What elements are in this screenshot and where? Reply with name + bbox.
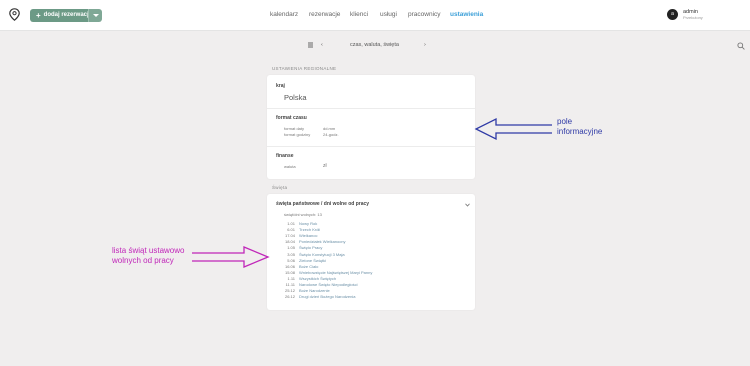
- currency-label: waluta: [284, 164, 296, 169]
- hour-format-label: format godziny: [284, 132, 311, 137]
- holiday-date: 25.12: [284, 288, 295, 294]
- holiday-name: Poniedziałek Wielkanocny: [299, 239, 346, 245]
- holiday-name: Nowy Rok: [299, 221, 318, 226]
- currency-value[interactable]: zł: [323, 163, 327, 169]
- holiday-name: Święto Konstytucji 3 Maja: [299, 251, 345, 257]
- holiday-name: Narodowe Święto Niepodległości: [299, 282, 358, 287]
- holiday-date: 3.05: [287, 251, 295, 257]
- holiday-date: 1.11: [287, 275, 296, 281]
- holiday-date: 26.12: [284, 294, 295, 300]
- annotation-line: informacyjne: [557, 127, 603, 136]
- holidays-card-title[interactable]: święta państwowe / dni wolne od pracy: [276, 201, 369, 207]
- holiday-date: 18.04: [284, 239, 295, 245]
- holiday-name: Święto Pracy: [299, 245, 323, 251]
- add-reservation-dropdown[interactable]: [88, 9, 102, 22]
- holiday-name: Wielkanoc: [299, 233, 318, 239]
- blue-arrow-icon: [474, 117, 552, 141]
- chevron-right-icon[interactable]: ›: [424, 42, 426, 50]
- top-bar: + dodaj rezerwację kalendarz rezerwacje …: [0, 0, 750, 31]
- holidays-count: świąt/dni wolnych: 13: [284, 212, 322, 217]
- date-format-label: format daty: [284, 126, 305, 131]
- info-field-annotation: pole informacyjne: [557, 117, 602, 137]
- time-format-label: format czasu: [276, 115, 307, 121]
- holiday-row: 17.04 Wielkanoc: [282, 233, 317, 238]
- annotation-line: pole: [557, 117, 573, 126]
- date-format-value[interactable]: dd.mm: [323, 126, 335, 131]
- holiday-date: 15.08: [284, 269, 295, 275]
- nav-uslugi[interactable]: usługi: [380, 11, 397, 18]
- settings-page-title: czas, waluta, święta: [350, 42, 399, 48]
- holiday-date: 16.06: [284, 263, 295, 269]
- annotation-line: lista świąt ustawowo: [112, 246, 185, 255]
- divider: [267, 146, 475, 147]
- holiday-row: 6.01 Trzech Króli: [282, 227, 320, 232]
- holiday-name: Boże Ciało: [299, 263, 319, 269]
- holiday-row: 15.08 Wniebowzięcie Najświętszej Maryi Pa…: [282, 270, 372, 275]
- plus-icon: +: [36, 11, 41, 20]
- holiday-row: 5.06 Zielone Świątki: [282, 258, 326, 263]
- nav-kalendarz[interactable]: kalendarz: [270, 11, 298, 18]
- holiday-date: 5.06: [287, 257, 295, 263]
- nav-pracownicy[interactable]: pracownicy: [408, 11, 441, 18]
- holiday-date: 1.01: [287, 221, 295, 226]
- holiday-date: 11.11: [285, 282, 295, 287]
- holiday-date: 1.05: [287, 245, 295, 251]
- holiday-row: 11.11 Narodowe Święto Niepodległości: [282, 282, 358, 287]
- menu-icon[interactable]: [308, 42, 313, 48]
- country-label: kraj: [276, 83, 285, 89]
- holiday-name: Drugi dzień Bożego Narodzenia: [299, 294, 356, 300]
- regional-section-title: USTAWIENIA REGIONALNE: [272, 66, 337, 71]
- location-pin-logo-icon[interactable]: [9, 8, 20, 21]
- user-role: Przełożony: [683, 15, 703, 20]
- hour-format-value[interactable]: 24-godz.: [323, 132, 339, 137]
- chevron-down-icon[interactable]: [465, 203, 470, 207]
- holidays-section-title: Święta: [272, 185, 288, 190]
- search-icon[interactable]: [737, 42, 745, 50]
- pink-arrow-icon: [192, 246, 270, 268]
- holiday-date: 6.01: [287, 227, 295, 233]
- holiday-row: 1.11 Wszystkich Świętych: [282, 275, 337, 281]
- holiday-name: Trzech Króli: [299, 227, 321, 233]
- holiday-name: Wszystkich Świętych: [299, 275, 337, 281]
- holiday-name: Wniebowzięcie Najświętszej Maryi Panny: [299, 269, 373, 275]
- add-reservation-label: dodaj rezerwację: [43, 12, 93, 18]
- holiday-name: Boże Narodzenie: [299, 288, 330, 294]
- country-value[interactable]: Polska: [284, 93, 307, 102]
- holiday-row: 26.12 Drugi dzień Bożego Narodzenia: [282, 294, 356, 300]
- holiday-row: 1.05 Święto Pracy: [282, 245, 322, 250]
- holiday-list-annotation: lista świąt ustawowo wolnych od pracy: [112, 246, 184, 266]
- divider: [267, 108, 475, 109]
- holiday-row: 25.12 Boże Narodzenie: [282, 288, 330, 293]
- holiday-row: 16.06 Boże Ciało: [282, 264, 318, 269]
- holiday-row: 3.05 Święto Konstytucji 3 Maja: [282, 251, 345, 257]
- nav-rezerwacje[interactable]: rezerwacje: [309, 11, 340, 18]
- finance-label: finanse: [276, 153, 294, 159]
- holiday-name: Zielone Świątki: [299, 257, 326, 263]
- nav-klienci[interactable]: klienci: [350, 11, 368, 18]
- holiday-row: 18.04 Poniedziałek Wielkanocny: [282, 239, 345, 244]
- annotation-line: wolnych od pracy: [112, 256, 174, 265]
- nav-ustawienia[interactable]: ustawienia: [450, 11, 483, 18]
- holiday-date: 17.04: [284, 233, 295, 239]
- avatar[interactable]: a: [667, 9, 678, 20]
- holiday-row: 1.01 Nowy Rok: [282, 221, 317, 226]
- chevron-left-icon[interactable]: ‹: [321, 42, 323, 50]
